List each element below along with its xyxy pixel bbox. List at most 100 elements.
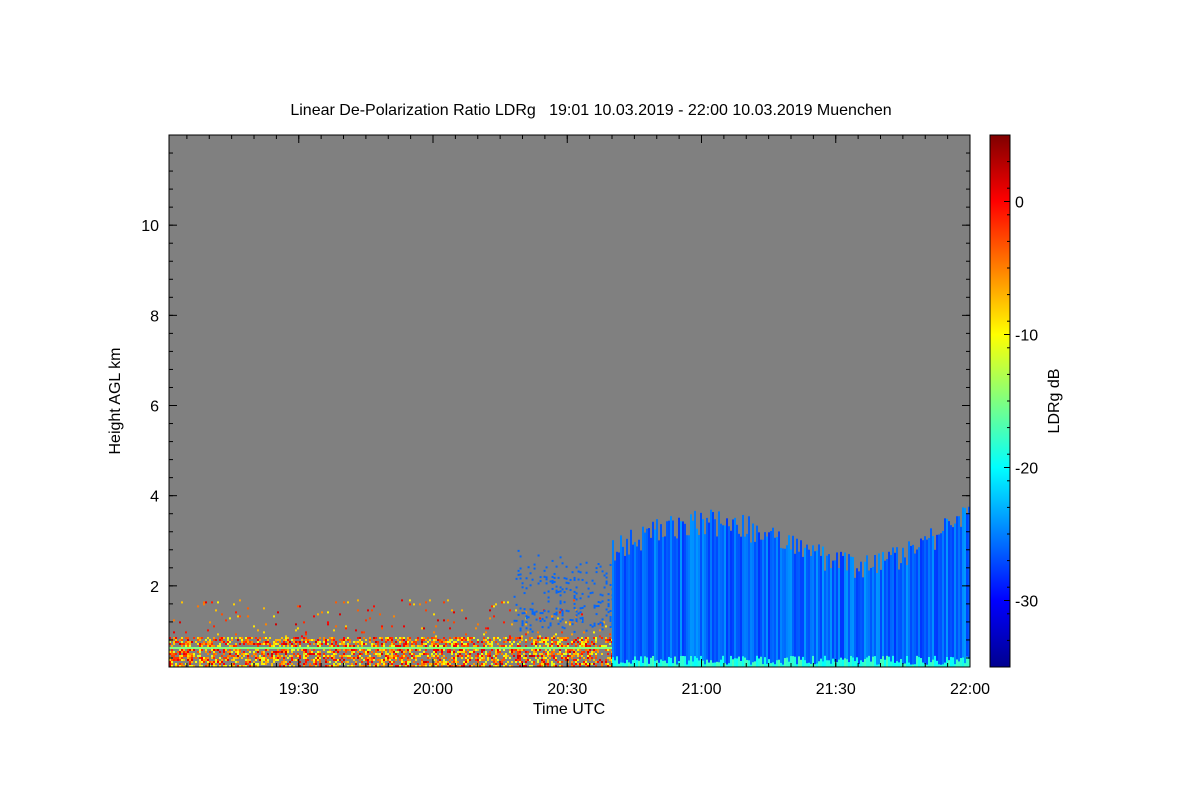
heatmap-cell: [391, 651, 393, 653]
heatmap-cell: [327, 623, 329, 626]
cloud-column: [762, 539, 765, 667]
heatmap-cell: [235, 643, 237, 645]
surface-band: [848, 662, 851, 667]
heatmap-cell: [391, 653, 393, 655]
heatmap-cell: [547, 637, 549, 639]
surface-band: [730, 655, 733, 667]
heatmap-cell: [183, 643, 185, 645]
heatmap-cell: [545, 657, 547, 659]
heatmap-cell: [281, 649, 283, 651]
heatmap-cell: [503, 657, 505, 659]
heatmap-cell: [437, 619, 439, 622]
heatmap-cell: [317, 641, 319, 643]
heatmap-cell: [579, 597, 582, 600]
heatmap-cell: [545, 637, 547, 639]
cloud-column: [860, 561, 863, 667]
cloud-column: [824, 570, 827, 667]
cloud-column: [784, 548, 787, 667]
surface-band: [684, 656, 687, 667]
heatmap-cell: [591, 591, 594, 594]
heatmap-cell: [199, 663, 201, 665]
heatmap-cell: [265, 649, 267, 651]
cloud-column: [934, 549, 937, 667]
heatmap-cell: [203, 661, 205, 663]
cloud-column: [844, 552, 847, 667]
cloud-column: [692, 520, 695, 667]
heatmap-cell: [329, 649, 331, 651]
heatmap-cell: [297, 653, 299, 655]
heatmap-cell: [261, 659, 263, 661]
heatmap-cell: [179, 657, 181, 659]
heatmap-cell: [317, 643, 319, 645]
cloud-column: [658, 540, 661, 667]
heatmap-cell: [297, 641, 299, 643]
heatmap-cell: [455, 655, 457, 657]
heatmap-cell: [333, 651, 335, 653]
heatmap-cell: [293, 653, 295, 655]
cloud-column: [732, 519, 735, 667]
heatmap-cell: [465, 657, 467, 659]
surface-band: [622, 662, 625, 667]
heatmap-cell: [279, 639, 281, 641]
heatmap-cell: [331, 645, 333, 647]
heatmap-cell: [581, 578, 584, 581]
heatmap-cell: [385, 653, 387, 655]
heatmap-cell: [343, 655, 345, 657]
heatmap-cell: [515, 619, 518, 622]
heatmap-cell: [247, 655, 249, 657]
heatmap-cell: [411, 657, 413, 659]
surface-band: [932, 659, 935, 667]
heatmap-cell: [557, 576, 560, 579]
heatmap-cell: [361, 641, 363, 643]
cloud-column: [946, 518, 949, 667]
heatmap-cell: [517, 663, 519, 665]
heatmap-cell: [439, 649, 441, 651]
heatmap-cell: [221, 641, 223, 643]
heatmap-cell: [583, 631, 585, 634]
heatmap-cell: [591, 651, 593, 653]
heatmap-cell: [409, 649, 411, 651]
heatmap-cell: [551, 663, 553, 665]
heatmap-cell: [491, 663, 493, 665]
heatmap-cell: [247, 663, 249, 665]
heatmap-cell: [275, 653, 277, 655]
heatmap-cell: [293, 659, 295, 661]
heatmap-cell: [467, 643, 469, 645]
heatmap-cell: [555, 659, 557, 661]
heatmap-cell: [227, 659, 229, 661]
heatmap-cell: [187, 657, 189, 659]
heatmap-cell: [323, 639, 325, 641]
heatmap-cell: [477, 655, 479, 657]
heatmap-cell: [389, 637, 391, 639]
heatmap-cell: [241, 657, 243, 659]
heatmap-cell: [381, 651, 383, 653]
heatmap-cell: [539, 576, 542, 579]
heatmap-cell: [249, 643, 251, 645]
heatmap-cell: [581, 645, 583, 647]
heatmap-cell: [585, 571, 588, 574]
heatmap-cell: [175, 659, 177, 661]
heatmap-cell: [347, 601, 349, 604]
colorbar: 0-10-20-30: [989, 134, 1038, 668]
heatmap-cell: [447, 651, 449, 653]
heatmap-cell: [245, 639, 247, 641]
chart-title: Linear De-Polarization Ratio LDRg 19:01 …: [290, 102, 891, 119]
heatmap-cell: [259, 655, 261, 657]
heatmap-cell: [299, 655, 301, 657]
heatmap-cell: [199, 643, 201, 645]
heatmap-cell: [455, 637, 457, 639]
heatmap-cell: [289, 661, 291, 663]
heatmap-cell: [331, 637, 333, 639]
cloud-column: [936, 534, 939, 667]
heatmap-cell: [529, 653, 531, 655]
heatmap-cell: [593, 651, 595, 653]
heatmap-cell: [215, 653, 217, 655]
heatmap-cell: [535, 645, 537, 647]
heatmap-cell: [267, 639, 269, 641]
heatmap-cell: [435, 655, 437, 657]
heatmap-cell: [443, 641, 445, 643]
heatmap-cell: [557, 643, 559, 645]
heatmap-cell: [601, 645, 603, 647]
heatmap-cell: [403, 637, 405, 639]
cloud-column: [850, 556, 853, 667]
